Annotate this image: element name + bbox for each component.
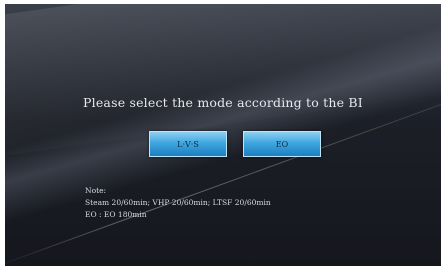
note-block: Note: Steam 20/60min; VHP 20/60min; LTSF… xyxy=(85,185,271,221)
note-line-2: EO : EO 180min xyxy=(85,210,147,219)
lvs-mode-button[interactable]: L·V·S xyxy=(149,131,227,157)
page-title: Please select the mode according to the … xyxy=(83,95,363,110)
note-line-1: Steam 20/60min; VHP 20/60min; LTSF 20/60… xyxy=(85,198,271,207)
note-heading: Note: xyxy=(85,186,107,195)
mode-selection-screen: Please select the mode according to the … xyxy=(5,4,441,266)
eo-mode-button[interactable]: EO xyxy=(243,131,321,157)
